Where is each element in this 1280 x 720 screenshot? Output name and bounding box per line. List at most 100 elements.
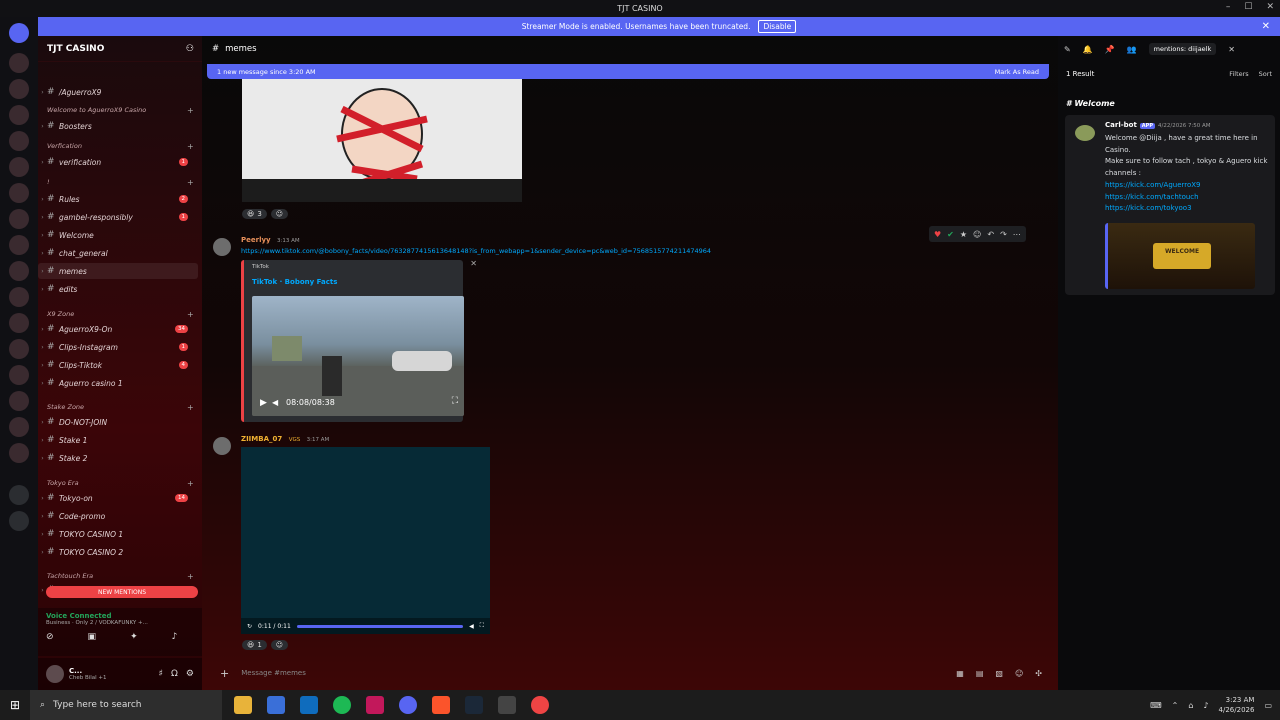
- attach-plus-icon[interactable]: +: [220, 667, 229, 680]
- bell-icon[interactable]: 🔔: [1083, 45, 1093, 54]
- reaction[interactable]: 😆 3: [242, 209, 267, 219]
- avatar[interactable]: [213, 238, 231, 256]
- kick-link[interactable]: https://kick.com/AguerroX9: [1105, 180, 1270, 192]
- server-icon[interactable]: [9, 105, 29, 125]
- screen-share-icon[interactable]: ▣: [88, 632, 97, 642]
- sidebar-item-channel[interactable]: › # Tokyo-on 14: [38, 490, 198, 506]
- disable-button[interactable]: Disable: [758, 20, 797, 33]
- discord-home-icon[interactable]: [9, 23, 29, 43]
- server-icon[interactable]: [9, 131, 29, 151]
- kick-link[interactable]: https://kick.com/tokyoo3: [1105, 203, 1270, 215]
- channel-category[interactable]: Tokyo Era +: [47, 479, 194, 488]
- sidebar-item-channel[interactable]: › # Stake 1: [38, 432, 198, 448]
- camera-off-icon[interactable]: ⊘: [46, 632, 54, 642]
- app-icon[interactable]: [366, 696, 384, 714]
- create-channel-icon[interactable]: +: [187, 572, 194, 581]
- result-channel[interactable]: # Welcome: [1066, 99, 1115, 108]
- author-name[interactable]: ZIIMBA_07: [241, 435, 282, 443]
- volume-icon[interactable]: ◀: [272, 398, 278, 407]
- check-react-icon[interactable]: ✔: [947, 230, 954, 239]
- sidebar-item-channel[interactable]: › # memes: [38, 263, 198, 279]
- network-icon[interactable]: ⌂: [1188, 701, 1193, 710]
- channel-category[interactable]: Verfication +: [47, 142, 194, 151]
- sidebar-item-channel[interactable]: › # chat_general: [38, 245, 198, 261]
- sidebar-item-channel[interactable]: › # Clips-Instagram 1: [38, 339, 198, 355]
- create-channel-icon[interactable]: +: [187, 178, 194, 187]
- create-channel-icon[interactable]: +: [187, 142, 194, 151]
- server-icon[interactable]: [9, 287, 29, 307]
- members-icon[interactable]: 👥: [1127, 45, 1137, 54]
- server-icon[interactable]: [9, 183, 29, 203]
- sidebar-item-channel[interactable]: › # Boosters: [38, 118, 198, 134]
- activities-icon[interactable]: ✦: [130, 632, 138, 642]
- add-reaction-icon[interactable]: ☺: [973, 230, 981, 239]
- server-icon[interactable]: [9, 157, 29, 177]
- server-icon[interactable]: [9, 313, 29, 333]
- new-message-bar[interactable]: 1 new message since 3:20 AM Mark As Read: [207, 64, 1049, 79]
- seek-bar[interactable]: [296, 624, 464, 628]
- server-icon[interactable]: [9, 365, 29, 385]
- sidebar-item-channel[interactable]: › # /AguerroX9: [38, 84, 198, 100]
- add-reaction-button[interactable]: ☺: [270, 640, 289, 650]
- channel-category[interactable]: X9 Zone +: [47, 310, 194, 319]
- server-icon[interactable]: [9, 79, 29, 99]
- sidebar-item-channel[interactable]: › # Code-promo: [38, 508, 198, 524]
- pin-icon[interactable]: 📌: [1105, 45, 1115, 54]
- keyboard-icon[interactable]: ⌨: [1150, 701, 1162, 710]
- message-composer[interactable]: + Message #memes ▦ ▤ ▧ ☺ ✣: [210, 662, 1052, 684]
- windows-start-icon[interactable]: ⊞: [0, 698, 30, 712]
- sidebar-item-channel[interactable]: › # DO-NOT-JOIN: [38, 414, 198, 430]
- volume-icon[interactable]: ♪: [1203, 701, 1208, 710]
- maximize-button[interactable]: ☐: [1244, 2, 1252, 12]
- settings-icon[interactable]: ⚙: [186, 669, 194, 679]
- sticker-icon[interactable]: ▧: [995, 669, 1003, 678]
- server-icon[interactable]: [9, 53, 29, 73]
- search-result-card[interactable]: Carl-bot APP 4/22/2026 7:50 AM Welcome @Di…: [1065, 115, 1275, 295]
- server-icon[interactable]: [9, 235, 29, 255]
- app-icon[interactable]: [498, 696, 516, 714]
- channel-category[interactable]: Welcome to AguerroX9 Casino +: [47, 106, 194, 115]
- sidebar-item-channel[interactable]: › # Stake 2: [38, 450, 198, 466]
- sidebar-item-channel[interactable]: › # Rules 2: [38, 191, 198, 207]
- steam-icon[interactable]: [465, 696, 483, 714]
- embed-title[interactable]: TikTok · Bobony Facts: [252, 278, 337, 286]
- create-channel-icon[interactable]: +: [187, 106, 194, 115]
- server-icon[interactable]: [9, 261, 29, 281]
- author-name[interactable]: Peerlyy: [241, 236, 271, 244]
- server-icon[interactable]: [9, 209, 29, 229]
- sidebar-item-channel[interactable]: › # AguerroX9-On 34: [38, 321, 198, 337]
- outlook-icon[interactable]: [300, 696, 318, 714]
- server-header[interactable]: TJT CASINO ⚇: [38, 36, 202, 62]
- sidebar-item-channel[interactable]: › # Clips-Tiktok 4: [38, 357, 198, 373]
- welcome-image[interactable]: WELCOME: [1105, 223, 1255, 289]
- sidebar-item-channel[interactable]: › # verification 1: [38, 154, 198, 170]
- close-banner-icon[interactable]: ✕: [1262, 21, 1270, 32]
- minimize-button[interactable]: –: [1226, 2, 1231, 12]
- mark-as-read-button[interactable]: Mark As Read: [995, 68, 1039, 76]
- taskbar-search[interactable]: ⌕ Type here to search: [30, 690, 222, 720]
- sort-button[interactable]: Sort: [1259, 70, 1272, 78]
- fullscreen-icon[interactable]: ⛶: [452, 396, 458, 406]
- channel-category[interactable]: Tachtouch Era +: [47, 572, 194, 581]
- mute-icon[interactable]: ♯: [159, 669, 163, 679]
- sidebar-item-channel[interactable]: › # Aguerro casino 1: [38, 375, 198, 391]
- close-window-button[interactable]: ✕: [1266, 2, 1274, 12]
- reply-icon[interactable]: ↶: [987, 230, 994, 239]
- meme-image[interactable]: [242, 79, 522, 202]
- reaction[interactable]: 😆 1: [242, 640, 267, 650]
- chrome-icon[interactable]: [531, 696, 549, 714]
- create-channel-icon[interactable]: +: [187, 403, 194, 412]
- add-reaction-button[interactable]: ☺: [270, 209, 289, 219]
- embed-video[interactable]: ▶ ◀ 08:08/08:38 ⛶: [252, 296, 464, 416]
- server-icon[interactable]: [9, 443, 29, 463]
- avatar[interactable]: [213, 437, 231, 455]
- message-author[interactable]: ZIIMBA_07 VGS 3:17 AM: [241, 435, 329, 443]
- server-icon[interactable]: [9, 391, 29, 411]
- remove-embed-icon[interactable]: ✕: [470, 259, 477, 268]
- replay-icon[interactable]: ↻: [247, 623, 252, 630]
- search-input[interactable]: mentions: diijaelk: [1148, 43, 1217, 55]
- filters-button[interactable]: Filters: [1229, 70, 1248, 78]
- soundboard-icon[interactable]: ♪: [172, 632, 178, 642]
- fullscreen-icon[interactable]: ⛶: [480, 622, 484, 630]
- avatar[interactable]: [46, 665, 64, 683]
